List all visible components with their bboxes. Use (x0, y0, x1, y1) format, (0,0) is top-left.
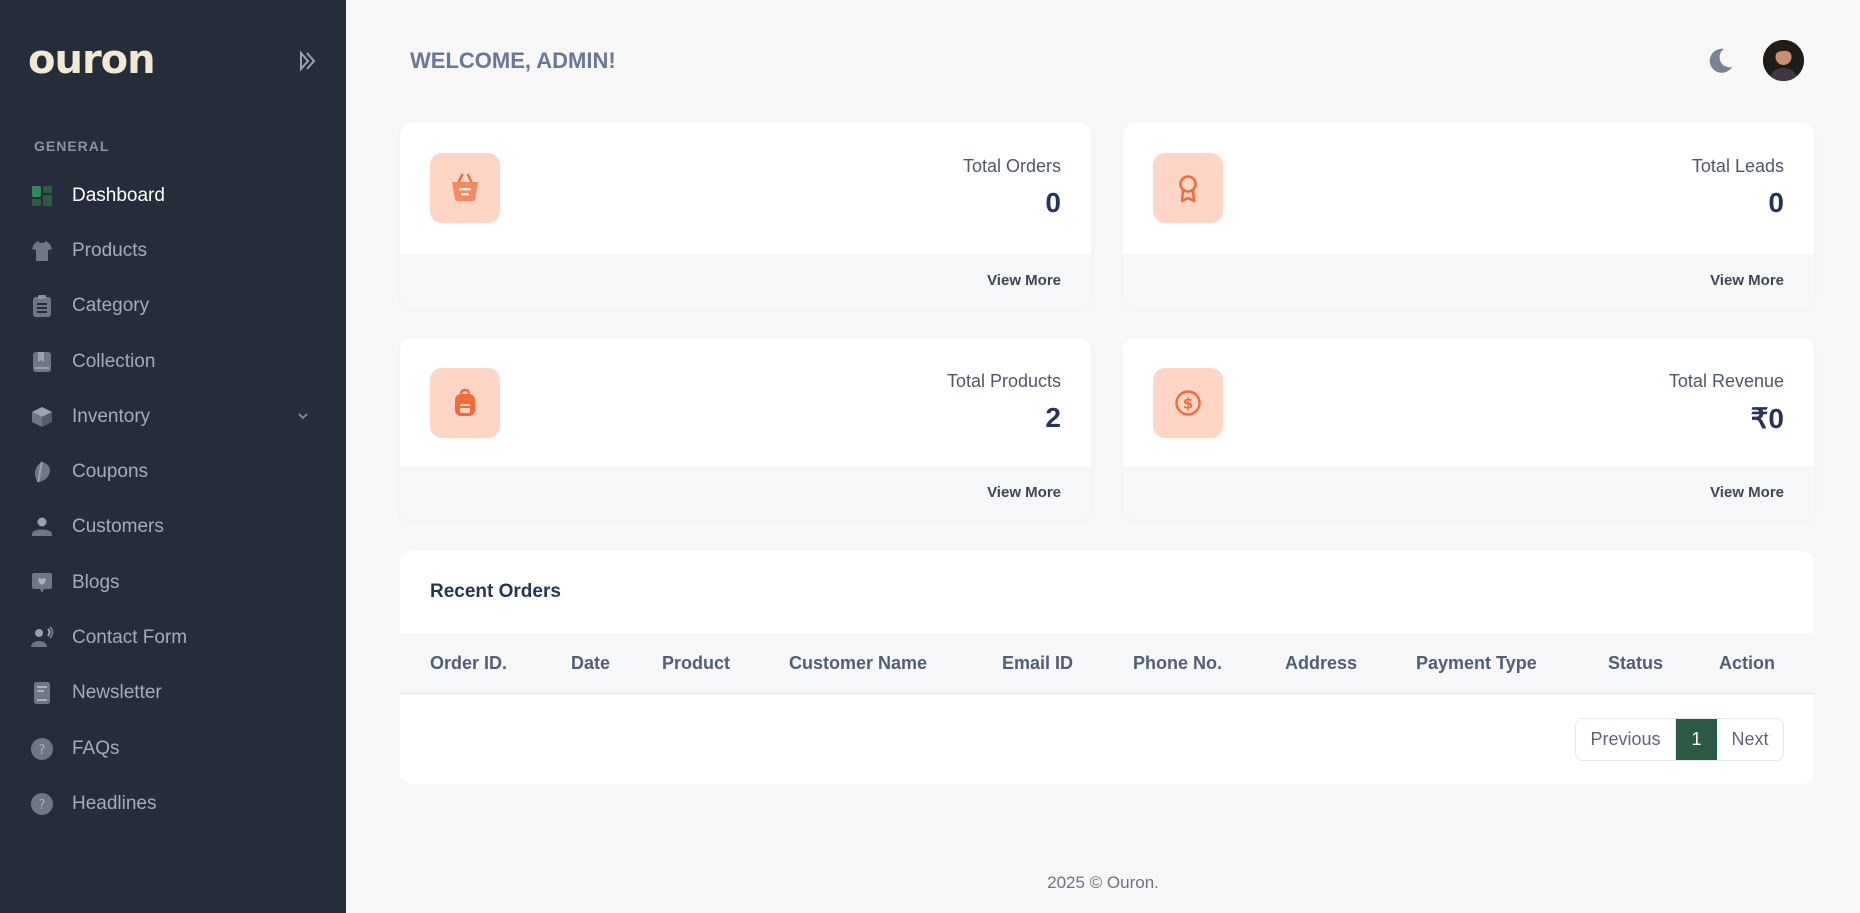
sidebar-item-inventory[interactable]: Inventory (0, 389, 346, 444)
question-icon: ? (30, 792, 54, 816)
view-more-link[interactable]: View More (1710, 484, 1784, 501)
column-header-order-id[interactable]: Order ID. (430, 653, 507, 674)
moon-icon[interactable] (1706, 47, 1734, 75)
card-footer: View More (400, 466, 1091, 520)
backpack-icon (430, 368, 500, 438)
sidebar-item-coupons[interactable]: Coupons (0, 444, 346, 499)
stat-value: ₹0 (1750, 403, 1784, 434)
sidebar-item-newsletter[interactable]: Newsletter (0, 666, 346, 721)
card-footer: View More (1123, 254, 1814, 308)
stat-value: 0 (1768, 187, 1784, 218)
stat-card-total-orders: Total Orders 0 View More (400, 123, 1091, 308)
heart-chat-icon (30, 571, 54, 595)
sidebar-item-label: Headlines (72, 792, 157, 814)
stat-value: 0 (1045, 187, 1061, 218)
collapse-sidebar-icon[interactable] (296, 50, 320, 72)
column-header-date[interactable]: Date (571, 653, 610, 674)
card-footer: View More (400, 254, 1091, 308)
sidebar-item-label: Customers (72, 516, 164, 538)
stat-label: Total Leads (1691, 156, 1784, 176)
column-header-action[interactable]: Action (1719, 653, 1775, 674)
svg-text:?: ? (39, 798, 46, 813)
sidebar-item-label: Newsletter (72, 682, 162, 704)
user-icon (30, 515, 54, 539)
chevron-down-icon[interactable] (296, 409, 310, 423)
page-number-button[interactable]: 1 (1676, 719, 1717, 760)
stat-card-total-leads: Total Leads 0 View More (1123, 123, 1814, 308)
stat-card-total-revenue: $ Total Revenue ₹0 View More (1123, 338, 1814, 520)
stat-label: Total Orders (962, 156, 1061, 176)
sidebar-item-label: Contact Form (72, 627, 188, 649)
sidebar-item-customers[interactable]: Customers (0, 500, 346, 555)
pagination: Previous 1 Next (1575, 718, 1784, 761)
sidebar-item-label: Category (72, 295, 150, 317)
footer-copyright: 2025 © Ouron. (1047, 873, 1159, 892)
svg-text:$: $ (1183, 395, 1193, 413)
sidebar-item-products[interactable]: Products (0, 223, 346, 278)
question-icon: ? (30, 737, 54, 761)
newsletter-icon (30, 681, 54, 705)
sidebar-item-label: Collection (72, 350, 156, 372)
column-header-phone-no[interactable]: Phone No. (1133, 653, 1222, 674)
view-more-link[interactable]: View More (987, 272, 1061, 289)
sidebar-item-faqs[interactable]: ? FAQs (0, 721, 346, 776)
sidebar-nav: Dashboard Products Category Collection I… (0, 168, 346, 832)
svg-text:?: ? (39, 743, 46, 758)
view-more-link[interactable]: View More (1710, 272, 1784, 289)
sidebar-item-category[interactable]: Category (0, 279, 346, 334)
sidebar-item-headlines[interactable]: ? Headlines (0, 776, 346, 831)
sidebar-section-title: GENERAL (34, 138, 110, 154)
logo-text: ouron (28, 37, 156, 83)
sidebar-item-label: Inventory (72, 405, 151, 427)
orders-table-header: Order ID. Date Product Customer Name Ema… (400, 633, 1814, 694)
dashboard-icon (30, 184, 54, 208)
stat-value: 2 (1045, 402, 1061, 433)
basket-icon (430, 153, 500, 223)
sidebar-item-label: Blogs (72, 571, 120, 593)
stat-card-total-products: Total Products 2 View More (400, 338, 1091, 520)
dollar-coin-icon: $ (1153, 368, 1223, 438)
sidebar-item-blogs[interactable]: Blogs (0, 555, 346, 610)
sidebar: ouron GENERAL Dashboard Products Categor… (0, 0, 346, 913)
column-header-email-id[interactable]: Email ID (1002, 653, 1073, 674)
column-header-payment-type[interactable]: Payment Type (1416, 653, 1537, 674)
sidebar-item-dashboard[interactable]: Dashboard (0, 168, 346, 223)
sidebar-item-contact-form[interactable]: Contact Form (0, 610, 346, 665)
sidebar-item-label: Products (72, 239, 147, 261)
column-header-product[interactable]: Product (662, 653, 730, 674)
leaf-icon (30, 460, 54, 484)
sidebar-item-label: FAQs (72, 737, 120, 759)
book-icon (30, 350, 54, 374)
next-page-button[interactable]: Next (1717, 719, 1783, 760)
logo[interactable]: ouron (28, 37, 156, 83)
contact-icon (30, 626, 54, 650)
page-title: WELCOME, ADMIN! (410, 48, 616, 73)
column-header-address[interactable]: Address (1285, 653, 1357, 674)
clipboard-list-icon (30, 294, 54, 318)
stat-label: Total Revenue (1668, 371, 1784, 391)
card-footer: View More (1123, 466, 1814, 520)
sidebar-item-label: Coupons (72, 461, 149, 483)
recent-orders-title: Recent Orders (430, 581, 561, 602)
box-icon (30, 405, 54, 429)
sidebar-item-label: Dashboard (72, 184, 165, 206)
column-header-status[interactable]: Status (1608, 653, 1663, 674)
avatar[interactable] (1763, 40, 1804, 81)
recent-orders-card: Recent Orders Order ID. Date Product Cus… (400, 551, 1814, 784)
shirt-icon (30, 239, 54, 263)
award-icon (1153, 153, 1223, 223)
stat-label: Total Products (946, 371, 1061, 391)
column-header-customer-name[interactable]: Customer Name (789, 653, 927, 674)
previous-page-button[interactable]: Previous (1576, 719, 1676, 760)
view-more-link[interactable]: View More (987, 484, 1061, 501)
sidebar-item-collection[interactable]: Collection (0, 334, 346, 389)
